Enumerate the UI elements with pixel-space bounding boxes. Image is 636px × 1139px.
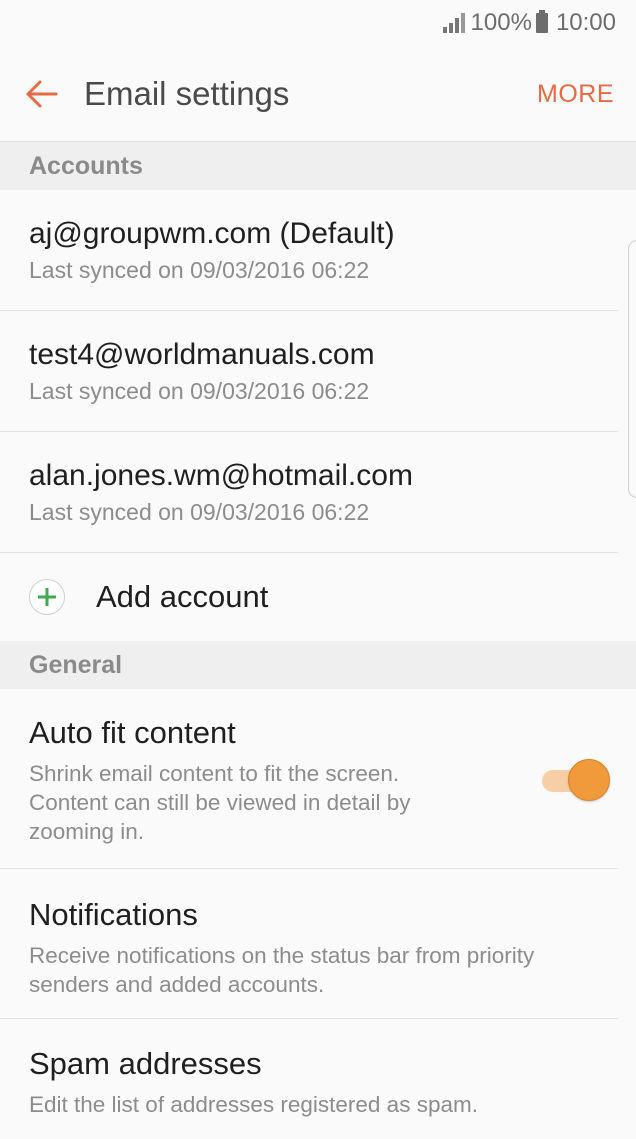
add-account-button[interactable]: Add account <box>0 553 636 641</box>
add-account-label: Add account <box>96 579 269 614</box>
plus-circle-icon <box>29 579 65 615</box>
setting-title: Auto fit content <box>29 715 236 750</box>
auto-fit-toggle[interactable] <box>538 759 610 803</box>
section-header-accounts: Accounts <box>0 142 636 190</box>
page-title: Email settings <box>84 74 290 112</box>
setting-auto-fit-content[interactable]: Auto fit content Shrink email content to… <box>0 689 618 869</box>
status-bar: 100% 10:00 <box>0 0 636 46</box>
account-sync-status: Last synced on 09/03/2016 06:22 <box>29 256 370 283</box>
account-row[interactable]: test4@worldmanuals.com Last synced on 09… <box>0 311 618 432</box>
section-header-general: General <box>0 641 636 689</box>
setting-notifications[interactable]: Notifications Receive notifications on t… <box>0 869 618 1019</box>
setting-title: Notifications <box>29 897 198 932</box>
toggle-thumb <box>568 759 610 801</box>
account-sync-status: Last synced on 09/03/2016 06:22 <box>29 498 370 525</box>
status-time: 10:00 <box>555 9 616 36</box>
app-bar: Email settings MORE <box>0 46 636 142</box>
account-email: alan.jones.wm@hotmail.com <box>29 458 413 492</box>
more-button[interactable]: MORE <box>537 46 614 142</box>
setting-title: Spam addresses <box>29 1046 262 1081</box>
account-row[interactable]: alan.jones.wm@hotmail.com Last synced on… <box>0 432 618 553</box>
back-button[interactable] <box>0 46 84 142</box>
edge-panel-handle[interactable] <box>628 240 636 498</box>
setting-spam-addresses[interactable]: Spam addresses Edit the list of addresse… <box>0 1019 618 1139</box>
account-row[interactable]: aj@groupwm.com (Default) Last synced on … <box>0 190 618 311</box>
account-sync-status: Last synced on 09/03/2016 06:22 <box>29 377 370 404</box>
battery-percentage: 100% <box>470 9 532 36</box>
battery-icon <box>535 10 548 33</box>
signal-icon <box>442 13 465 33</box>
arrow-left-icon <box>26 80 58 107</box>
setting-description: Shrink email content to fit the screen. … <box>29 761 411 844</box>
account-email: aj@groupwm.com (Default) <box>29 216 395 250</box>
setting-description: Receive notifications on the status bar … <box>29 943 535 997</box>
setting-description: Edit the list of addresses registered as… <box>29 1092 478 1117</box>
account-email: test4@worldmanuals.com <box>29 337 375 371</box>
